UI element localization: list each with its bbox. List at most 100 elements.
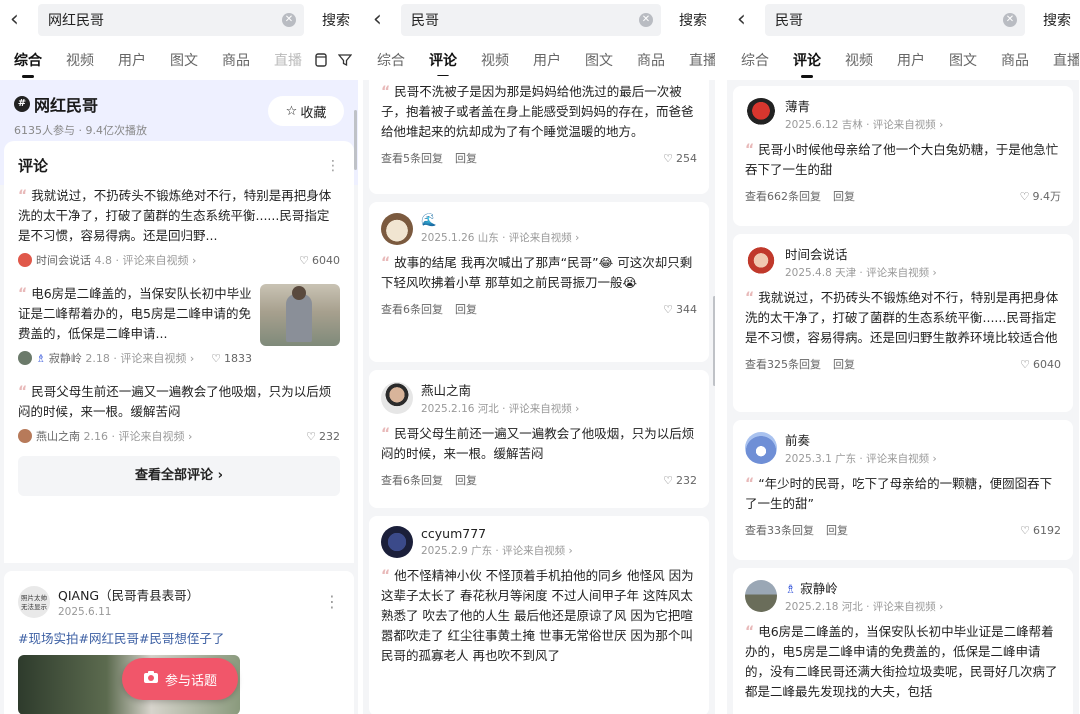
tab-comments[interactable]: 评论 xyxy=(429,50,457,78)
filter-icon[interactable] xyxy=(337,52,353,71)
search-input[interactable]: 网红民哥 ✕ xyxy=(38,4,304,36)
tab-user[interactable]: 用户 xyxy=(897,50,925,70)
reply-button[interactable]: 回复 xyxy=(455,301,651,317)
tab-image-text[interactable]: 图文 xyxy=(585,50,613,70)
view-replies-link[interactable]: 查看662条回复 xyxy=(745,188,821,204)
back-icon[interactable]: ‹ xyxy=(373,0,401,40)
reply-button[interactable]: 回复 xyxy=(455,472,651,488)
tab-video[interactable]: 视频 xyxy=(481,50,509,70)
tab-goods[interactable]: 商品 xyxy=(1001,50,1029,70)
comment-thumbnail-image[interactable] xyxy=(260,284,340,346)
tab-live[interactable]: 直播 xyxy=(274,50,302,70)
more-icon[interactable]: ⋮ xyxy=(326,158,340,174)
search-query[interactable]: 网红民哥 xyxy=(48,10,282,30)
avatar[interactable] xyxy=(18,429,32,443)
comment-card[interactable]: 前奏 2025.3.1 广东 · 评论来自视频 › ““年少时的民哥，吃下了母亲… xyxy=(733,420,1073,560)
like-button[interactable]: ♡ 232 xyxy=(663,474,697,487)
comment-user[interactable]: 时间会说话 xyxy=(785,244,937,263)
comment-card[interactable]: 🌊 2025.1.26 山东 · 评论来自视频 › “故事的结尾 我再次喊出了那… xyxy=(369,202,709,362)
tab-zonghe[interactable]: 综合 xyxy=(14,50,42,78)
comment-user[interactable]: 寂静岭 xyxy=(49,350,82,366)
tab-goods[interactable]: 商品 xyxy=(222,50,250,70)
collect-button[interactable]: ☆ 收藏 xyxy=(268,96,344,126)
search-query[interactable]: 民哥 xyxy=(411,10,639,30)
comment-card[interactable]: “民哥不洗被子是因为那是妈妈给他洗过的最后一次被子，抱着被子或者盖在身上能感受到… xyxy=(369,76,709,194)
clear-icon[interactable]: ✕ xyxy=(639,13,653,27)
comment-user[interactable]: 时间会说话 xyxy=(36,252,91,268)
view-replies-link[interactable]: 查看325条回复 xyxy=(745,356,821,372)
comment-user[interactable]: 前奏 xyxy=(785,430,937,449)
comment-card[interactable]: ccyum777 2025.2.9 广东 · 评论来自视频 › “他不怪精神小伙… xyxy=(369,516,709,714)
reply-button[interactable]: 回复 xyxy=(833,356,1008,372)
tab-live[interactable]: 直播 xyxy=(1053,50,1079,70)
search-input[interactable]: 民哥 ✕ xyxy=(401,4,661,36)
reply-button[interactable]: 回复 xyxy=(455,150,651,166)
avatar[interactable] xyxy=(745,98,777,130)
like-button[interactable]: ♡ 6040 xyxy=(1020,358,1061,371)
like-button[interactable]: ♡ 232 xyxy=(306,430,340,443)
search-button[interactable]: 搜索 xyxy=(661,10,707,30)
comment-user[interactable]: 薄青 xyxy=(785,96,943,115)
tab-comments[interactable]: 评论 xyxy=(793,50,821,78)
more-icon[interactable]: ⋮ xyxy=(324,592,340,611)
search-button[interactable]: 搜索 xyxy=(1025,10,1071,30)
comment-card[interactable]: 燕山之南 2025.2.16 河北 · 评论来自视频 › “民哥父母生前还一遍又… xyxy=(369,370,709,508)
tab-video[interactable]: 视频 xyxy=(845,50,873,70)
tab-goods[interactable]: 商品 xyxy=(637,50,665,70)
tab-zonghe[interactable]: 综合 xyxy=(377,50,405,70)
back-icon[interactable]: ‹ xyxy=(737,0,765,40)
post-hashtags[interactable]: #现场实拍#网红民哥#民哥想侄子了 xyxy=(18,628,340,647)
like-button[interactable]: ♡ 6040 xyxy=(299,254,340,267)
tab-video[interactable]: 视频 xyxy=(66,50,94,70)
comment-user[interactable]: ccyum777 xyxy=(421,526,573,541)
comment-item[interactable]: “电6房是二峰盖的，当保安队长初中毕业证是二峰帮着办的，电5房是二峰申请的免费盖… xyxy=(18,284,340,366)
search-input[interactable]: 民哥 ✕ xyxy=(765,4,1025,36)
comment-item[interactable]: “我就说过，不扔砖头不锻炼绝对不行，特别是再把身体洗的太干净了，打破了菌群的生态… xyxy=(18,186,340,268)
clear-icon[interactable]: ✕ xyxy=(1003,13,1017,27)
search-query[interactable]: 民哥 xyxy=(775,10,1003,30)
avatar[interactable] xyxy=(381,382,413,414)
comment-item[interactable]: “民哥父母生前还一遍又一遍教会了他吸烟，只为以后烦闷的时候，来一根。缓解苦闷 燕… xyxy=(18,382,340,444)
clear-icon[interactable]: ✕ xyxy=(282,13,296,27)
tab-image-text[interactable]: 图文 xyxy=(170,50,198,70)
comment-user[interactable]: 燕山之南 xyxy=(421,380,579,399)
tab-user[interactable]: 用户 xyxy=(118,50,146,70)
comment-card[interactable]: 时间会说话 2025.4.8 天津 · 评论来自视频 › “我就说过，不扔砖头不… xyxy=(733,234,1073,412)
view-all-comments-button[interactable]: 查看全部评论 › xyxy=(18,456,340,496)
scrollbar[interactable] xyxy=(713,296,715,386)
tab-zonghe[interactable]: 综合 xyxy=(741,50,769,70)
like-button[interactable]: ♡ 6192 xyxy=(1020,524,1061,537)
post-user[interactable]: QIANG（民哥青县表哥） xyxy=(58,585,316,604)
view-replies-link[interactable]: 查看33条回复 xyxy=(745,522,814,538)
view-replies-link[interactable]: 查看6条回复 xyxy=(381,472,443,488)
like-button[interactable]: ♡ 344 xyxy=(663,303,697,316)
comment-card[interactable]: 薄青 2025.6.12 吉林 · 评论来自视频 › “民哥小时候他母亲给了他一… xyxy=(733,86,1073,226)
avatar[interactable] xyxy=(18,351,32,365)
join-topic-button[interactable]: 参与话题 xyxy=(122,658,238,700)
reply-button[interactable]: 回复 xyxy=(833,188,1008,204)
like-button[interactable]: ♡ 9.4万 xyxy=(1020,188,1061,204)
back-icon[interactable]: ‹ xyxy=(10,0,38,40)
avatar[interactable]: 照片太帅 无法显示 xyxy=(18,585,50,618)
tab-image-text[interactable]: 图文 xyxy=(949,50,977,70)
avatar[interactable] xyxy=(381,212,413,245)
layout-icon[interactable] xyxy=(314,52,328,71)
comment-card[interactable]: ♗ 寂静岭 2025.2.18 河北 · 评论来自视频 › “电6房是二峰盖的，… xyxy=(733,568,1073,714)
avatar[interactable] xyxy=(18,253,32,267)
avatar[interactable] xyxy=(745,580,777,612)
comment-user[interactable]: 寂静岭 xyxy=(800,581,838,596)
like-button[interactable]: ♡ 1833 xyxy=(211,352,252,365)
avatar[interactable] xyxy=(381,526,413,558)
avatar[interactable] xyxy=(745,246,777,278)
view-replies-link[interactable]: 查看6条回复 xyxy=(381,301,443,317)
tab-user[interactable]: 用户 xyxy=(533,50,561,70)
reply-button[interactable]: 回复 xyxy=(826,522,1008,538)
search-button[interactable]: 搜索 xyxy=(304,10,350,30)
like-button[interactable]: ♡ 254 xyxy=(663,152,697,165)
tab-live[interactable]: 直播 xyxy=(689,50,715,70)
comment-user[interactable]: 燕山之南 xyxy=(36,428,80,444)
avatar[interactable] xyxy=(745,432,777,464)
scrollbar[interactable] xyxy=(354,110,357,170)
comment-user[interactable]: 🌊 xyxy=(421,212,579,228)
view-replies-link[interactable]: 查看5条回复 xyxy=(381,150,443,166)
